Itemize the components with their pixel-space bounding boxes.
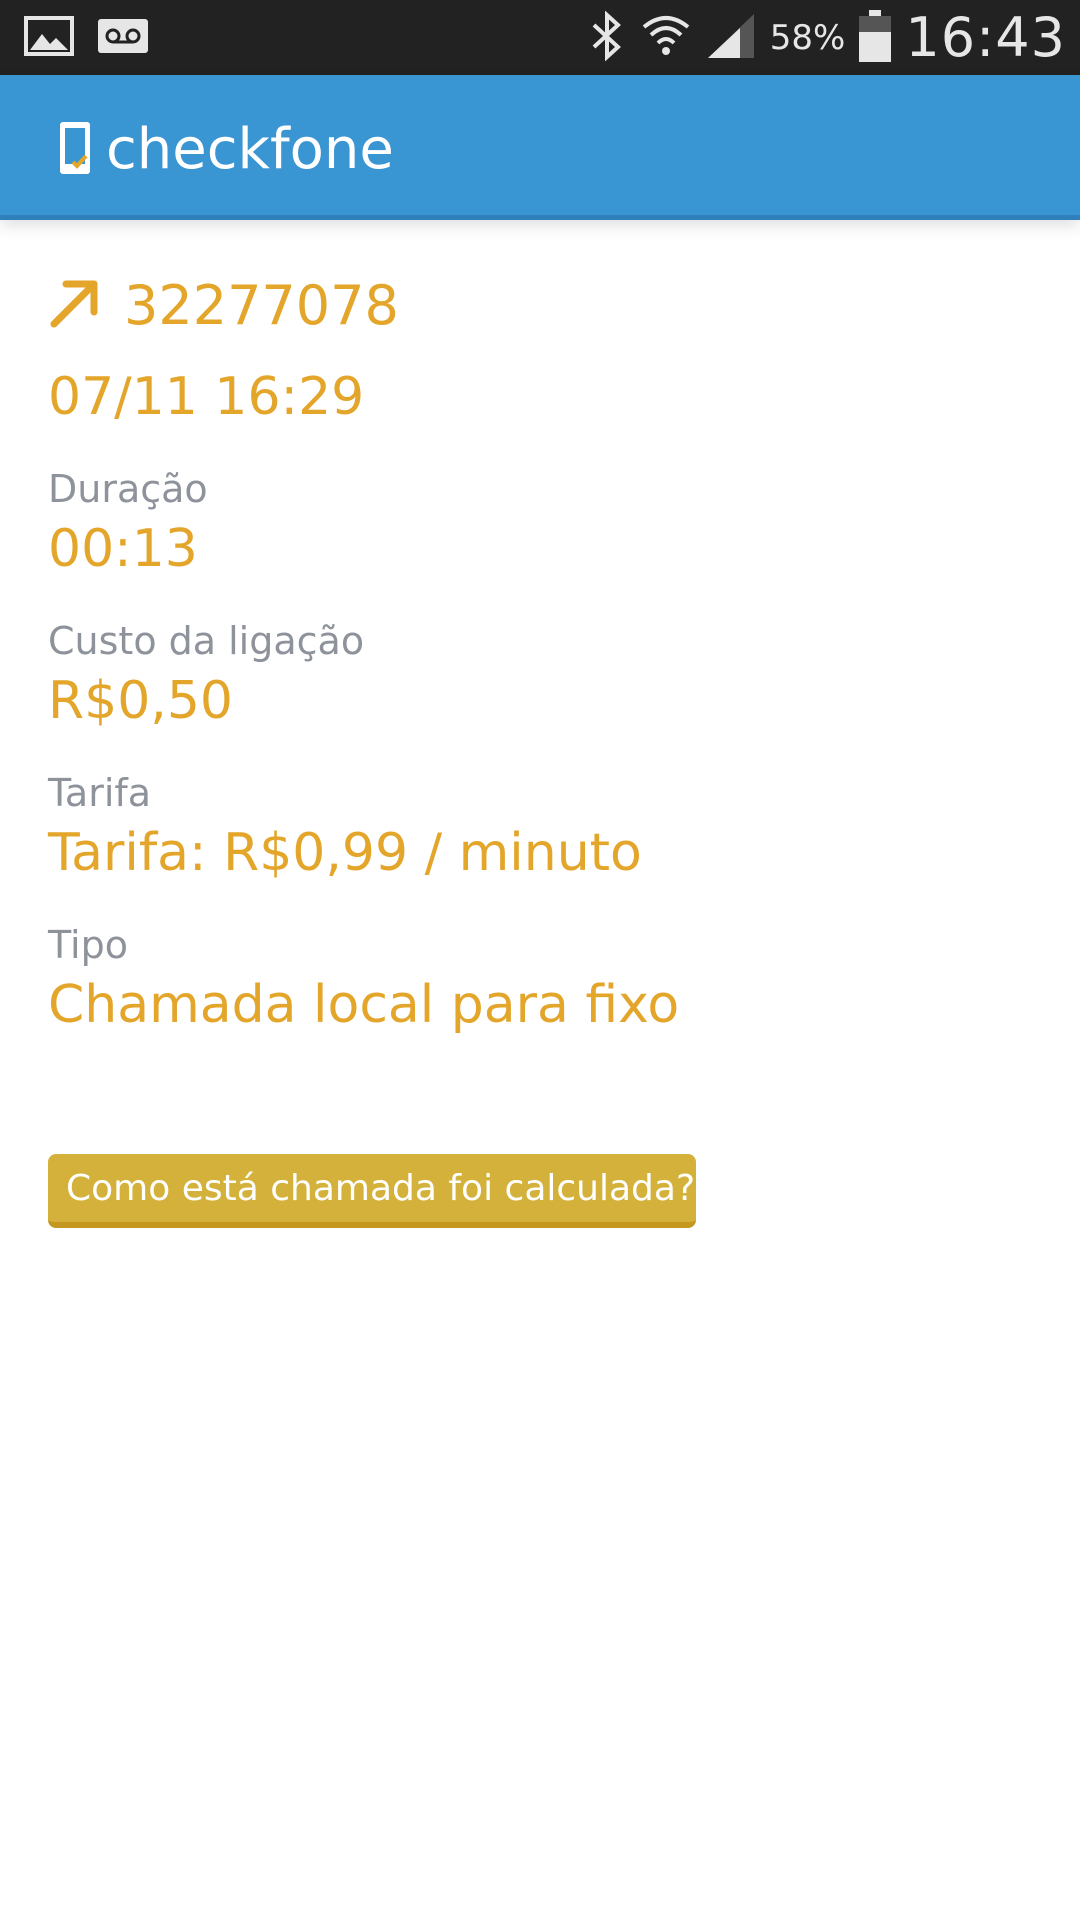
duration-value: 00:13 <box>48 519 198 579</box>
call-details: 32277078 07/11 16:29 Duração 00:13 Custo… <box>48 262 1028 1040</box>
type-label: Tipo <box>48 923 128 967</box>
how-calculated-button[interactable]: Como está chamada foi calculada? <box>48 1154 696 1228</box>
app-logo: checkfone <box>58 117 394 182</box>
status-clock: 16:43 <box>905 6 1066 69</box>
phone-number: 32277078 <box>124 273 399 337</box>
battery-percent: 58% <box>769 17 846 58</box>
rate-label: Tarifa <box>48 771 152 815</box>
app-title: checkfone <box>106 117 394 182</box>
app-bar: checkfone <box>0 75 1080 220</box>
status-bar: 58% 16:43 <box>0 0 1080 75</box>
outgoing-call-arrow-icon <box>48 276 102 334</box>
bluetooth-icon <box>588 9 626 65</box>
system-icons: 58% 16:43 <box>588 0 1066 75</box>
battery-icon <box>859 9 892 66</box>
notification-icons <box>24 16 148 60</box>
phone-check-icon <box>58 120 92 180</box>
wifi-icon <box>640 11 692 65</box>
type-value: Chamada local para fixo <box>48 975 680 1035</box>
phone-number-row: 32277078 <box>48 262 1028 348</box>
gallery-icon <box>24 16 74 60</box>
cost-value: R$0,50 <box>48 671 233 731</box>
cost-label: Custo da ligação <box>48 619 365 663</box>
signal-icon <box>706 12 756 64</box>
call-datetime: 07/11 16:29 <box>48 367 365 427</box>
rate-value: Tarifa: R$0,99 / minuto <box>48 823 642 883</box>
voicemail-icon <box>98 19 148 57</box>
duration-label: Duração <box>48 467 208 511</box>
